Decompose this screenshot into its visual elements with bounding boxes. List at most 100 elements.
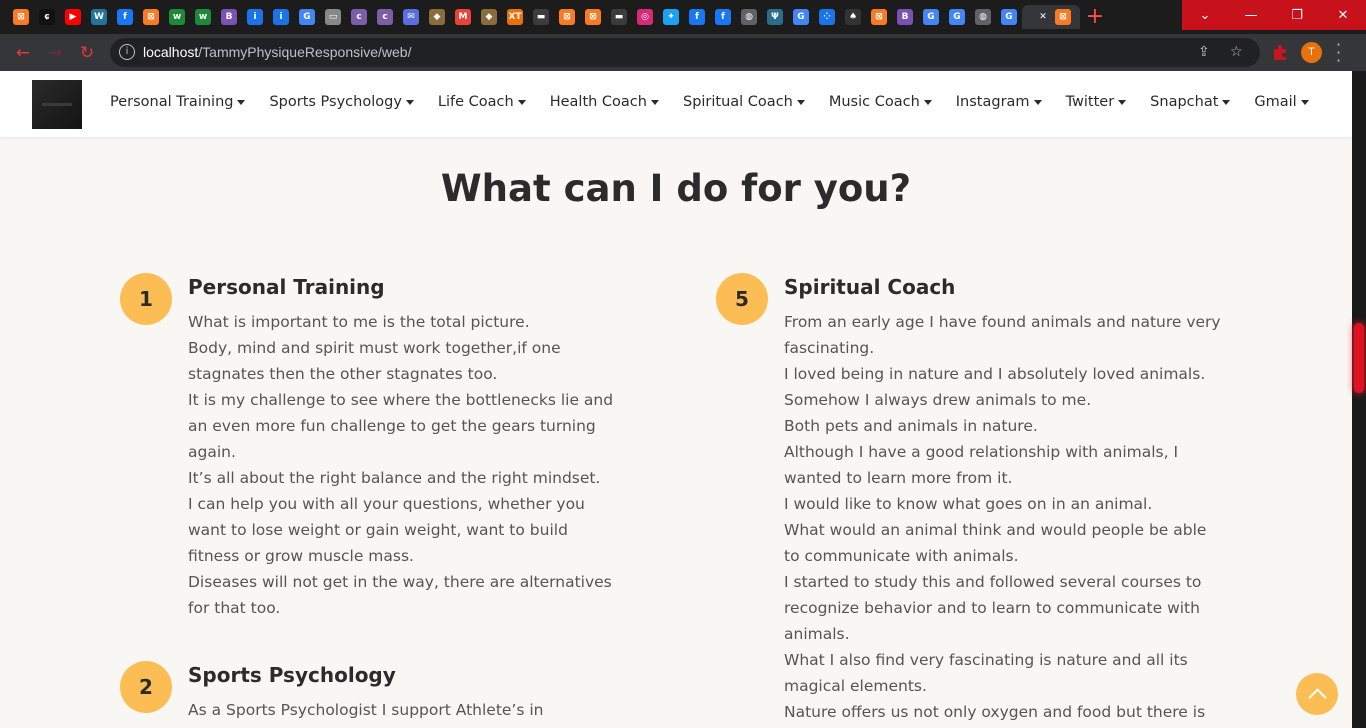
browser-tab[interactable]: ⊠ bbox=[866, 5, 892, 29]
nav-item-label: Gmail bbox=[1254, 94, 1297, 110]
feature-text-line: From an early age I have found animals a… bbox=[784, 313, 1221, 331]
browser-tab[interactable]: ▬ bbox=[606, 5, 632, 29]
browser-tab[interactable]: ◎ bbox=[632, 5, 658, 29]
share-icon[interactable]: ⇪ bbox=[1198, 44, 1210, 60]
tab-list: ⊠ ɕ ▶ Wf ⊠ w w Bi i G ▭ c c ✉ ◆ M ◆ XT ▬ ⊠ ⊠ ▬ ◎ ✦ f f ◍ Ψ G ⁘ ♠ ⊠ B G G ◍ G… bbox=[8, 5, 1110, 29]
restore-button[interactable]: ❐ bbox=[1274, 0, 1320, 30]
browser-tab[interactable]: ⊠ bbox=[554, 5, 580, 29]
feature-title: Spiritual Coach bbox=[784, 275, 956, 299]
browser-tab[interactable]: XT bbox=[502, 5, 528, 29]
browser-tab[interactable]: B bbox=[216, 5, 242, 29]
browser-tab[interactable]: i bbox=[268, 5, 294, 29]
nav-item-personal-training[interactable]: Personal Training bbox=[110, 94, 246, 110]
nav-item-snapchat[interactable]: Snapchat bbox=[1150, 94, 1231, 110]
nav-item-label: Music Coach bbox=[828, 94, 920, 110]
browser-tab[interactable]: ▭ bbox=[320, 5, 346, 29]
minimize-button[interactable]: — bbox=[1228, 0, 1274, 30]
feature-text-line: I would like to know what goes on in an … bbox=[784, 495, 1153, 513]
address-bar[interactable]: i localhost/TammyPhysiqueResponsive/web/… bbox=[110, 38, 1260, 67]
feature-text-line: I can help you with all your questions, … bbox=[188, 495, 585, 513]
active-browser-tab[interactable]: ✕ ⊠ bbox=[1022, 5, 1080, 29]
feature-text-line: to communicate with animals. bbox=[784, 547, 1019, 565]
browser-tab[interactable]: f bbox=[710, 5, 736, 29]
feature-text-line: Nature offers us not only oxygen and foo… bbox=[784, 703, 1206, 721]
bookmark-star-icon[interactable]: ☆ bbox=[1230, 44, 1243, 60]
close-window-button[interactable]: ✕ bbox=[1320, 0, 1366, 30]
page-scrollbar[interactable] bbox=[1352, 71, 1366, 728]
browser-tab[interactable]: ⊠ bbox=[138, 5, 164, 29]
site-info-icon[interactable]: i bbox=[119, 44, 135, 60]
new-tab-button[interactable]: + bbox=[1080, 5, 1110, 29]
profile-avatar[interactable]: T bbox=[1301, 42, 1322, 63]
trident-icon: Ψ bbox=[767, 9, 783, 25]
feature-text-line: Although I have a good relationship with… bbox=[784, 443, 1179, 461]
browser-tab[interactable]: ɕ bbox=[34, 5, 60, 29]
url-path: /TammyPhysiqueResponsive/web/ bbox=[198, 44, 412, 60]
browser-tab[interactable]: f bbox=[112, 5, 138, 29]
globe-icon: ◍ bbox=[975, 9, 991, 25]
browser-tab[interactable]: M bbox=[450, 5, 476, 29]
browser-tab[interactable]: ⊠ bbox=[580, 5, 606, 29]
browser-tab[interactable]: ▶ bbox=[60, 5, 86, 29]
nav-item-sports-psychology[interactable]: Sports Psychology bbox=[269, 94, 414, 110]
browser-tab[interactable]: i bbox=[242, 5, 268, 29]
tab-search-button[interactable]: ⌄ bbox=[1182, 0, 1228, 30]
w-app-icon: w bbox=[195, 9, 211, 25]
nav-item-spiritual-coach[interactable]: Spiritual Coach bbox=[683, 94, 805, 110]
scrollbar-thumb[interactable] bbox=[1354, 323, 1364, 393]
browser-tab[interactable]: ⁘ bbox=[814, 5, 840, 29]
reload-button[interactable]: ↻ bbox=[74, 40, 100, 66]
browser-tab[interactable]: G bbox=[944, 5, 970, 29]
nav-item-label: Twitter bbox=[1065, 94, 1115, 110]
extensions-puzzle-icon[interactable] bbox=[1271, 43, 1289, 61]
browser-tab[interactable]: ✦ bbox=[658, 5, 684, 29]
browser-tab[interactable]: c bbox=[372, 5, 398, 29]
back-button[interactable]: ← bbox=[10, 40, 36, 66]
wordpress-icon: W bbox=[91, 9, 107, 25]
xampp-icon: ⊠ bbox=[559, 9, 575, 25]
browser-tab[interactable]: c bbox=[346, 5, 372, 29]
browser-tab[interactable]: G bbox=[996, 5, 1022, 29]
browser-tab[interactable]: ♠ bbox=[840, 5, 866, 29]
tab-close-icon[interactable]: ✕ bbox=[1031, 9, 1055, 25]
feature-title: Personal Training bbox=[188, 275, 385, 299]
browser-tab[interactable]: ◆ bbox=[424, 5, 450, 29]
browser-tab[interactable]: ◍ bbox=[736, 5, 762, 29]
browser-tab[interactable]: ⊠ bbox=[8, 5, 34, 29]
window-icon: ▬ bbox=[533, 9, 549, 25]
feature-text-line: magical elements. bbox=[784, 677, 927, 695]
nav-item-life-coach[interactable]: Life Coach bbox=[438, 94, 526, 110]
dropdown-caret-icon bbox=[650, 99, 659, 105]
browser-tab[interactable]: w bbox=[190, 5, 216, 29]
browser-menu-icon[interactable]: · · · bbox=[1336, 37, 1341, 69]
back-to-top-button[interactable] bbox=[1296, 673, 1338, 715]
nav-item-instagram[interactable]: Instagram bbox=[956, 94, 1042, 110]
nav-item-twitter[interactable]: Twitter bbox=[1066, 94, 1127, 110]
browser-tab[interactable]: G bbox=[294, 5, 320, 29]
site-navbar: Personal Training Sports Psychology Life C… bbox=[0, 71, 1352, 137]
bird-icon: ◆ bbox=[429, 9, 445, 25]
feature-text-line: Somehow I always drew animals to me. bbox=[784, 391, 1092, 409]
browser-tab[interactable]: G bbox=[788, 5, 814, 29]
browser-tab[interactable]: G bbox=[918, 5, 944, 29]
dropdown-caret-icon bbox=[405, 99, 414, 105]
nav-item-music-coach[interactable]: Music Coach bbox=[829, 94, 932, 110]
browser-tab[interactable]: W bbox=[86, 5, 112, 29]
browser-tab[interactable]: ◍ bbox=[970, 5, 996, 29]
forward-button[interactable]: → bbox=[42, 40, 68, 66]
nav-item-health-coach[interactable]: Health Coach bbox=[550, 94, 659, 110]
feature-number-badge: 2 bbox=[120, 661, 172, 713]
facebook-icon: f bbox=[715, 9, 731, 25]
browser-tab[interactable]: ◆ bbox=[476, 5, 502, 29]
dropdown-caret-icon bbox=[1222, 99, 1231, 105]
browser-tab[interactable]: ▬ bbox=[528, 5, 554, 29]
browser-tab[interactable]: B bbox=[892, 5, 918, 29]
browser-tab[interactable]: w bbox=[164, 5, 190, 29]
browser-tab[interactable]: ✉ bbox=[398, 5, 424, 29]
nav-item-gmail[interactable]: Gmail bbox=[1254, 94, 1309, 110]
feature-text-line: Diseases will not get in the way, there … bbox=[188, 573, 612, 591]
browser-tab[interactable]: Ψ bbox=[762, 5, 788, 29]
browser-tab[interactable]: f bbox=[684, 5, 710, 29]
site-logo[interactable] bbox=[32, 80, 82, 129]
feature-text: As a Sports Psychologist I support Athle… bbox=[188, 697, 544, 723]
